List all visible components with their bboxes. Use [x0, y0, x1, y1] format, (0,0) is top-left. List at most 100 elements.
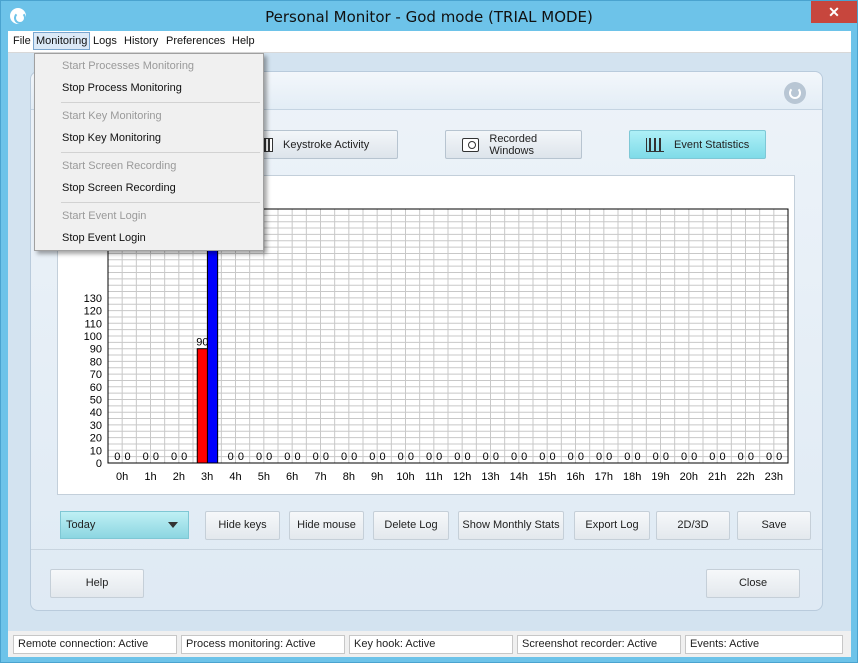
- x-tick-label: 8h: [343, 471, 355, 483]
- x-tick-label: 1h: [144, 471, 156, 483]
- data-label: 0: [521, 451, 527, 463]
- data-label: 0: [351, 451, 357, 463]
- menu-stop-event-login[interactable]: Stop Event Login: [62, 232, 146, 244]
- y-tick-label: 30: [90, 420, 102, 432]
- data-label: 0: [181, 451, 187, 463]
- y-tick-label: 130: [84, 293, 102, 305]
- tab-recorded-windows[interactable]: Recorded Windows: [445, 130, 582, 159]
- y-tick-label: 70: [90, 369, 102, 381]
- help-button[interactable]: Help: [50, 569, 144, 598]
- menu-preferences[interactable]: Preferences: [164, 34, 227, 48]
- menu-history[interactable]: History: [122, 34, 160, 48]
- x-tick-label: 23h: [765, 471, 783, 483]
- monitoring-dropdown-menu: Start Processes Monitoring Stop Process …: [34, 53, 264, 251]
- x-tick-label: 3h: [201, 471, 213, 483]
- data-label: 0: [568, 451, 574, 463]
- data-label: 0: [776, 451, 782, 463]
- data-label: 0: [228, 451, 234, 463]
- data-label: 0: [398, 451, 404, 463]
- hide-mouse-button[interactable]: Hide mouse: [289, 511, 364, 540]
- x-tick-label: 14h: [510, 471, 528, 483]
- y-tick-label: 50: [90, 395, 102, 407]
- tab-event-statistics[interactable]: Event Statistics: [629, 130, 766, 159]
- show-monthly-stats-button[interactable]: Show Monthly Stats: [458, 511, 564, 540]
- y-tick-label: 110: [84, 318, 102, 330]
- data-label: 0: [238, 451, 244, 463]
- x-tick-label: 5h: [258, 471, 270, 483]
- status-remote-connection: Remote connection: Active: [13, 635, 177, 654]
- data-label: 0: [766, 451, 772, 463]
- menu-stop-screen-recording[interactable]: Stop Screen Recording: [62, 182, 176, 194]
- delete-log-button[interactable]: Delete Log: [373, 511, 449, 540]
- tab-label: Event Statistics: [674, 138, 750, 151]
- data-label: 0: [681, 451, 687, 463]
- x-tick-label: 11h: [425, 471, 443, 483]
- menu-stop-process-monitoring[interactable]: Stop Process Monitoring: [62, 82, 182, 94]
- tab-label: Recorded Windows: [489, 132, 538, 157]
- close-window-button[interactable]: ✕: [811, 1, 857, 23]
- app-window: Personal Monitor - God mode (TRIAL MODE)…: [0, 0, 858, 663]
- menu-separator: [61, 102, 260, 103]
- data-label: 0: [171, 451, 177, 463]
- hide-keys-button[interactable]: Hide keys: [205, 511, 280, 540]
- data-label: 90: [196, 337, 208, 349]
- data-label: 0: [663, 451, 669, 463]
- y-tick-label: 40: [90, 407, 102, 419]
- x-tick-label: 9h: [371, 471, 383, 483]
- status-process-monitoring: Process monitoring: Active: [181, 635, 345, 654]
- data-label: 0: [738, 451, 744, 463]
- close-button[interactable]: Close: [706, 569, 800, 598]
- data-label: 0: [114, 451, 120, 463]
- y-tick-label: 120: [84, 306, 102, 318]
- data-label: 0: [624, 451, 630, 463]
- menu-logs[interactable]: Logs: [91, 34, 119, 48]
- y-tick-label: 100: [84, 331, 102, 343]
- menu-file[interactable]: File: [11, 34, 33, 48]
- menu-separator: [61, 202, 260, 203]
- tab-label: Keystroke Activity: [283, 138, 370, 151]
- export-log-button[interactable]: Export Log: [574, 511, 650, 540]
- data-label: 0: [426, 451, 432, 463]
- bar-chart-icon: [646, 137, 664, 152]
- window-title: Personal Monitor - God mode (TRIAL MODE): [265, 8, 593, 26]
- menu-bar: File Monitoring Logs History Preferences…: [8, 31, 851, 53]
- save-button[interactable]: Save: [737, 511, 811, 540]
- x-tick-label: 20h: [680, 471, 698, 483]
- data-label: 0: [719, 451, 725, 463]
- x-tick-label: 0h: [116, 471, 128, 483]
- data-label: 0: [436, 451, 442, 463]
- data-label: 0: [539, 451, 545, 463]
- x-tick-label: 19h: [651, 471, 669, 483]
- x-tick-label: 10h: [396, 471, 414, 483]
- menu-start-event-login: Start Event Login: [62, 210, 147, 222]
- menu-monitoring[interactable]: Monitoring: [33, 32, 91, 50]
- menu-help[interactable]: Help: [230, 34, 257, 48]
- data-label: 0: [284, 451, 290, 463]
- data-label: 0: [511, 451, 517, 463]
- y-tick-label: 10: [90, 445, 102, 457]
- data-label: 0: [379, 451, 385, 463]
- x-tick-label: 22h: [736, 471, 754, 483]
- period-value: Today: [66, 519, 96, 531]
- menu-stop-key-monitoring[interactable]: Stop Key Monitoring: [62, 132, 161, 144]
- status-bar: Remote connection: Active Process monito…: [8, 631, 851, 657]
- data-label: 0: [691, 451, 697, 463]
- x-tick-label: 4h: [229, 471, 241, 483]
- x-tick-label: 6h: [286, 471, 298, 483]
- data-label: 0: [294, 451, 300, 463]
- title-bar[interactable]: Personal Monitor - God mode (TRIAL MODE)…: [1, 1, 857, 31]
- status-key-hook: Key hook: Active: [349, 635, 513, 654]
- chevron-down-icon: [168, 522, 178, 528]
- camera-icon: [462, 137, 480, 152]
- data-label: 0: [578, 451, 584, 463]
- data-label: 0: [153, 451, 159, 463]
- toggle-2d-3d-button[interactable]: 2D/3D: [656, 511, 730, 540]
- data-label: 0: [549, 451, 555, 463]
- data-label: 0: [653, 451, 659, 463]
- footer-divider: [31, 549, 822, 550]
- data-label: 0: [408, 451, 414, 463]
- period-select[interactable]: Today: [60, 511, 189, 539]
- data-label: 0: [464, 451, 470, 463]
- data-label: 0: [493, 451, 499, 463]
- y-tick-label: 0: [96, 458, 102, 470]
